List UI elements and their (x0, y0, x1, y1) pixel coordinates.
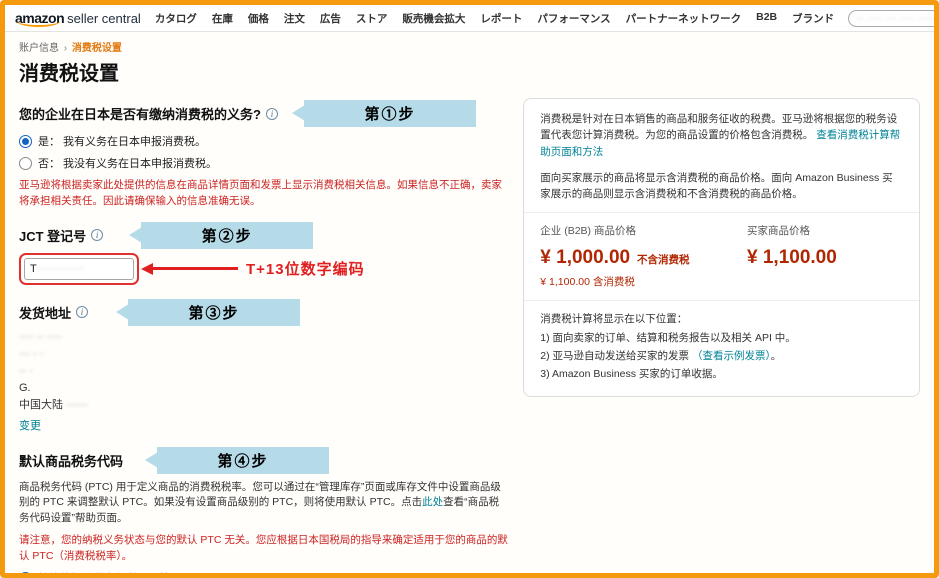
jct-format-annotation: T+13位数字编码 (246, 258, 365, 279)
tax-obligation-question: 您的企业在日本是否有缴纳消费税的义务? (19, 104, 261, 123)
jct-value-masked: ············· (37, 264, 85, 273)
b2b-sub-price-suffix: 含消费税 (593, 276, 635, 288)
step-2-callout: 第②步 (141, 222, 313, 249)
seller-central-logo-text: seller central (67, 11, 141, 26)
breadcrumb-separator: › (64, 43, 67, 54)
jct-value-prefix: T (30, 263, 37, 275)
nav-item-stores[interactable]: ストア (356, 11, 388, 26)
amazon-seller-central-logo[interactable]: amazon seller central (15, 10, 141, 26)
jct-input-highlight-box: T ············· (19, 253, 139, 285)
main-menu: カタログ 在庫 価格 注文 広告 ストア 販売機会拡大 レポート パフォーマンス… (155, 11, 834, 26)
breadcrumb-current: 消费税设置 (72, 43, 122, 54)
obligation-no-radio[interactable] (19, 157, 32, 170)
location-item-1: 1) 面向卖家的订单、结算和税务报告以及相关 API 中。 (540, 330, 903, 346)
locations-heading: 消费税计算将显示在以下位置： (540, 311, 903, 327)
ship-address-label: 发货地址 (19, 303, 71, 322)
seller-central-page: amazon seller central カタログ 在庫 価格 注文 広告 ス… (0, 0, 939, 578)
b2b-sub-price-value: ¥ 1,100.00 (540, 276, 590, 288)
nav-item-orders[interactable]: 注文 (284, 11, 305, 26)
step-4-callout: 第④步 (157, 447, 329, 474)
nav-item-inventory[interactable]: 在庫 (212, 11, 233, 26)
ptc-standard-radio[interactable] (19, 572, 32, 578)
info-icon[interactable]: i (266, 108, 278, 120)
info-paragraph-2: 面向买家展示的商品将显示含消费税的商品价格。面向 Amazon Business… (540, 170, 903, 203)
b2b-price-column: 企业 (B2B) 商品价格 ¥ 1,000.00 不含消费税 ¥ 1,100.0… (540, 223, 747, 290)
location-item-3: 3) Amazon Business 买家的订单收据。 (540, 366, 903, 382)
jct-number-label: JCT 登记号 (19, 226, 86, 245)
settings-form: 您的企业在日本是否有缴纳消费税的义务? i 第①步 是： 我有义务在日本申报消费… (19, 98, 509, 578)
nav-item-b2b[interactable]: B2B (756, 11, 777, 26)
nav-item-catalog[interactable]: カタログ (155, 11, 197, 26)
ship-address-block: ···· ·· ···· ··· · · ·· · G. 中国大陆 ······ (19, 329, 509, 414)
nav-item-brands[interactable]: ブランド (792, 11, 834, 26)
breadcrumb-account-info[interactable]: 账户信息 (19, 43, 59, 54)
top-nav: amazon seller central カタログ 在庫 価格 注文 広告 ス… (5, 5, 934, 32)
address-line-redacted: ···· ·· ···· (19, 329, 509, 346)
obligation-no-label: 否： 我没有义务在日本申报消费税。 (38, 155, 217, 171)
b2b-price-label: 企业 (B2B) 商品价格 (540, 223, 747, 239)
accuracy-warning-text: 亚马逊将根据卖家此处提供的信息在商品详情页面和发票上显示消费税相关信息。如果信息… (19, 178, 509, 210)
nav-item-reports[interactable]: レポート (480, 11, 522, 26)
location-item-2: 2) 亚马逊自动发送给买家的发票 （查看示例发票）。 (540, 348, 903, 364)
buyer-price-column: 买家商品价格 ¥ 1,100.00 (747, 223, 903, 290)
obligation-yes-option: 是： 我有义务在日本申报消费税。 (19, 133, 509, 149)
price-example: 企业 (B2B) 商品价格 ¥ 1,000.00 不含消费税 ¥ 1,100.0… (540, 223, 903, 290)
divider (524, 212, 919, 213)
arrow-head-icon (141, 263, 153, 275)
search-input[interactable]: ·· ···· ··· ···· ········ · ···· ··· (848, 10, 939, 27)
page-content: 账户信息 › 消费税设置 消费税设置 您的企业在日本是否有缴纳消费税的义务? i… (5, 32, 934, 578)
ptc-tax-note: 请注意，您的纳税义务状态与您的默认 PTC 无关。您应根据日本国税局的指导来确定… (19, 533, 509, 565)
info-icon[interactable]: i (76, 306, 88, 318)
address-line: G. (19, 380, 509, 397)
tax-display-locations: 消费税计算将显示在以下位置： 1) 面向卖家的订单、结算和税务报告以及相关 AP… (540, 311, 903, 382)
address-line-redacted: ··· · · (19, 346, 509, 363)
nav-item-partner-network[interactable]: パートナーネットワーク (626, 11, 742, 26)
page-title: 消费税设置 (19, 57, 920, 86)
b2b-price-value: ¥ 1,000.00 (540, 247, 630, 268)
arrow-line (153, 267, 238, 270)
step-3-callout: 第③步 (128, 299, 300, 326)
ptc-description: 商品税务代码 (PTC) 用于定义商品的消费税税率。您可以通过在“管理库存”页面… (19, 480, 509, 527)
obligation-yes-radio[interactable] (19, 135, 32, 148)
nav-item-advertising[interactable]: 広告 (320, 11, 341, 26)
ptc-help-link[interactable]: 此处 (422, 496, 443, 508)
address-postal-redacted: ······ (66, 399, 88, 411)
divider (524, 300, 919, 301)
location-item-2-text: 2) 亚马逊自动发送给买家的发票 (540, 350, 692, 362)
buyer-price-value: ¥ 1,100.00 (747, 243, 903, 272)
sample-invoice-link[interactable]: （查看示例发票） (692, 350, 771, 362)
search-placeholder: ·· ···· ··· ···· ········ · ···· ··· (857, 14, 939, 23)
ptc-standard-option: 始终按标准税率征税（属性： A_GEN_STANDARD） (19, 570, 509, 578)
buyer-price-label: 买家商品价格 (747, 223, 903, 239)
location-item-2-suffix: 。 (771, 350, 782, 362)
default-ptc-heading: 默认商品税务代码 (19, 451, 123, 470)
nav-item-pricing[interactable]: 価格 (248, 11, 269, 26)
nav-right-tools: ·· ···· ··· ···· ········ · ···· ··· | 日… (848, 10, 939, 27)
nav-item-growth[interactable]: 販売機会拡大 (402, 11, 465, 26)
b2b-price-suffix: 不含消费税 (637, 254, 690, 266)
obligation-no-option: 否： 我没有义务在日本申报消费税。 (19, 155, 509, 171)
jct-number-input[interactable]: T ············· (24, 258, 134, 280)
annotation-arrow (141, 263, 238, 275)
tax-info-panel: 消费税是针对在日本销售的商品和服务征收的税费。亚马逊将根据您的税务设置代表您计算… (523, 98, 920, 397)
breadcrumb: 账户信息 › 消费税设置 (19, 39, 920, 54)
address-country: 中国大陆 (19, 399, 63, 411)
amazon-logo-text: amazon (15, 10, 64, 26)
info-icon[interactable]: i (91, 229, 103, 241)
step-1-callout: 第①步 (304, 100, 476, 127)
ptc-standard-label: 始终按标准税率征税（属性： A_GEN_STANDARD） (38, 570, 298, 578)
obligation-yes-label: 是： 我有义务在日本申报消费税。 (38, 133, 206, 149)
address-line-redacted: ·· · (19, 363, 509, 380)
change-address-link[interactable]: 变更 (19, 417, 41, 433)
nav-item-performance[interactable]: パフォーマンス (537, 11, 610, 26)
info-paragraph-1: 消费税是针对在日本销售的商品和服务征收的税费。亚马逊将根据您的税务设置代表您计算… (540, 111, 903, 160)
